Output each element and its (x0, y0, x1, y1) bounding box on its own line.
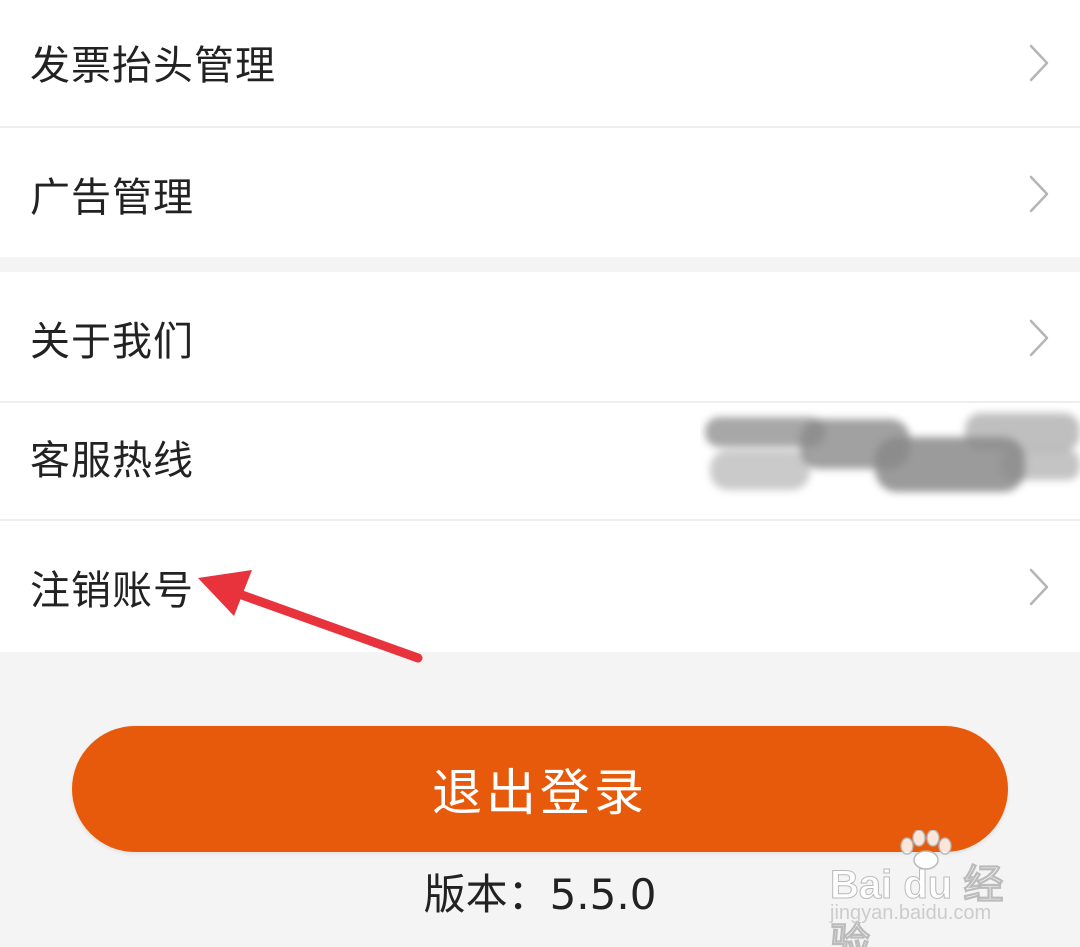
menu-item-label: 客服热线 (30, 438, 194, 484)
menu-item-label: 关于我们 (30, 319, 194, 365)
menu-item-cancel-account[interactable]: 注销账号 (0, 521, 1080, 652)
settings-group-1: 发票抬头管理 广告管理 (0, 0, 1080, 257)
menu-item-label: 广告管理 (30, 175, 194, 221)
menu-item-label: 注销账号 (30, 568, 194, 614)
chevron-right-icon (1029, 44, 1049, 82)
redacted-phone-number (705, 413, 1080, 492)
version-text: 版本：5.5.0 (423, 870, 657, 919)
chevron-right-icon (1029, 175, 1049, 213)
menu-item-about-us[interactable]: 关于我们 (0, 272, 1080, 403)
menu-item-invoice-title[interactable]: 发票抬头管理 (0, 0, 1080, 128)
chevron-right-icon (1029, 319, 1049, 357)
menu-item-label: 发票抬头管理 (30, 43, 276, 89)
menu-item-ad-management[interactable]: 广告管理 (0, 128, 1080, 257)
logout-button[interactable]: 退出登录 (72, 726, 1008, 852)
chevron-right-icon (1029, 568, 1049, 606)
settings-page: 发票抬头管理 广告管理 关于我们 客服热线 注销账号 退出登录 版本：5.5.0… (0, 0, 1080, 947)
